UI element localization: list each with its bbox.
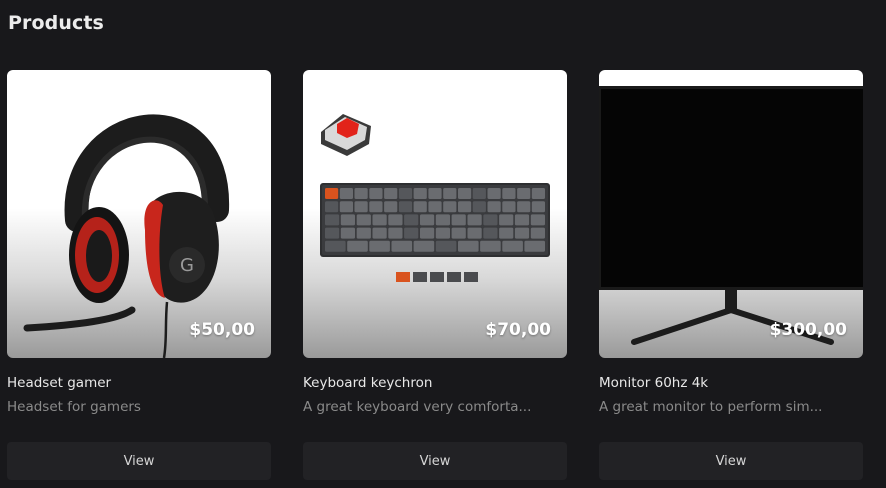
page-title: Products bbox=[8, 12, 104, 34]
product-card-keyboard[interactable]: $70,00 Keyboard keychron A great keyboar… bbox=[303, 70, 567, 480]
product-description: Headset for gamers bbox=[7, 399, 141, 415]
view-button[interactable]: View bbox=[303, 442, 567, 480]
view-button[interactable]: View bbox=[599, 442, 863, 480]
product-card-monitor[interactable]: $300,00 Monitor 60hz 4k A great monitor … bbox=[599, 70, 863, 480]
keyboard-icon bbox=[320, 114, 550, 282]
product-price: $300,00 bbox=[769, 320, 847, 340]
product-card-headset[interactable]: G $50,00 Headset gamer Headset for gamer… bbox=[7, 70, 271, 480]
key-switch-icon bbox=[321, 114, 371, 156]
product-image[interactable]: $70,00 bbox=[303, 70, 567, 358]
product-description: A great keyboard very comforta... bbox=[303, 399, 532, 415]
product-name: Headset gamer bbox=[7, 375, 112, 391]
headset-icon: G bbox=[23, 114, 230, 358]
product-name: Keyboard keychron bbox=[303, 375, 433, 391]
monitor-icon bbox=[599, 86, 863, 345]
product-price: $70,00 bbox=[485, 320, 551, 340]
view-button[interactable]: View bbox=[7, 442, 271, 480]
product-name: Monitor 60hz 4k bbox=[599, 375, 709, 391]
product-description: A great monitor to perform sim... bbox=[599, 399, 823, 415]
svg-text:G: G bbox=[180, 255, 194, 276]
product-image[interactable]: G $50,00 bbox=[7, 70, 271, 358]
product-image[interactable]: $300,00 bbox=[599, 70, 863, 358]
product-price: $50,00 bbox=[189, 320, 255, 340]
